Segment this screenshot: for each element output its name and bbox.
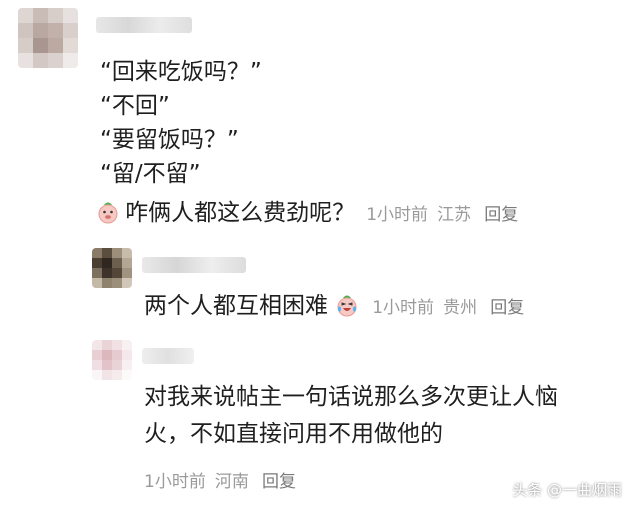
comment-text: 咋俩人都这么费劲呢？: [125, 200, 356, 226]
comment-time: 1小时前: [366, 205, 429, 225]
crying-laughing-pig-icon: [335, 293, 359, 317]
reply-button[interactable]: 回复: [484, 205, 518, 225]
reply-button[interactable]: 回复: [490, 298, 524, 318]
comment-location: 江苏: [437, 205, 472, 225]
reply-meta: 1小时前 河南 回复: [144, 469, 296, 495]
avatar[interactable]: [92, 248, 132, 288]
pig-face-icon: [96, 200, 120, 224]
username[interactable]: [142, 348, 194, 364]
reply-text-line: 对我来说帖主一句话说那么多次更让人恼: [144, 384, 558, 410]
reply-text: 两个人都互相困难: [144, 293, 328, 319]
reply-time: 1小时前: [144, 472, 206, 492]
comment-quote-line: “要留饭吗？”: [100, 127, 239, 153]
comment-quote-line: “回来吃饭吗？”: [100, 59, 262, 85]
avatar[interactable]: [18, 8, 78, 68]
avatar[interactable]: [92, 340, 132, 380]
comment-last-line: 咋俩人都这么费劲呢？ 1小时前 江苏 回复: [96, 197, 518, 231]
reply-text-line: 火，不如直接问用不用做他的: [144, 421, 443, 447]
watermark: 头条 @一曲烟雨: [512, 481, 622, 499]
reply-location: 贵州: [443, 298, 478, 318]
comment-quote-line: “不回”: [100, 93, 170, 119]
comment-quote-line: “留/不留”: [100, 161, 201, 187]
username[interactable]: [142, 257, 246, 273]
reply-line: 两个人都互相困难 1小时前 贵州 回复: [144, 290, 524, 324]
reply-location: 河南: [214, 472, 249, 492]
reply-button[interactable]: 回复: [262, 472, 296, 492]
reply-time: 1小时前: [372, 298, 435, 318]
username[interactable]: [96, 17, 192, 33]
